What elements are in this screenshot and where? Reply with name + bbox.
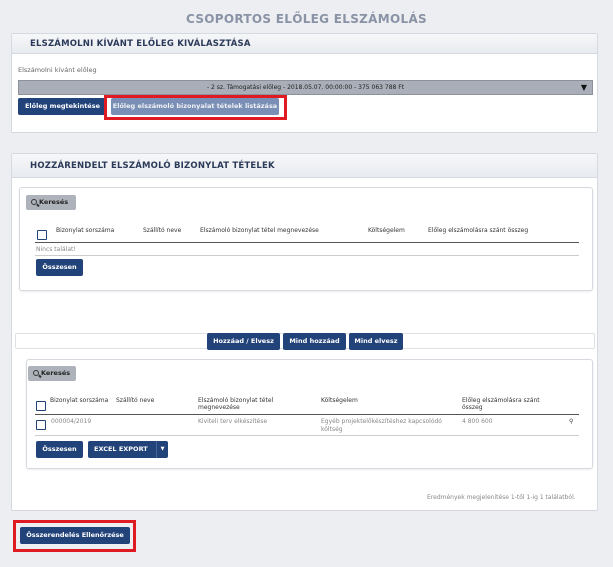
col-cost: Költségelem	[368, 227, 405, 234]
search-icon	[31, 199, 37, 205]
search-icon	[33, 370, 39, 376]
row-item-name: Kiviteli terv elkészítése	[198, 418, 268, 425]
dropdown-arrow-icon: ▼	[580, 83, 587, 92]
row-detail-icon[interactable]: ⚲	[569, 418, 573, 425]
highlight-list-button	[104, 95, 287, 120]
divider	[35, 242, 579, 243]
add-all-button[interactable]: Mind hozzáad	[283, 333, 346, 350]
search-label: Keresés	[39, 198, 69, 206]
excel-export-button[interactable]: EXCEL EXPORT ▼	[88, 441, 168, 458]
chevron-down-icon: ▼	[156, 441, 168, 458]
panel-header: ELSZÁMOLNI KÍVÁNT ELŐLEG KIVÁLASZTÁSA	[12, 34, 597, 54]
col-cost: Költségelem	[321, 397, 358, 404]
col-number: Bizonylat sorszáma	[56, 227, 115, 234]
add-remove-button[interactable]: Hozzáad / Elvesz	[207, 333, 280, 350]
row-checkbox[interactable]	[36, 420, 46, 430]
sum-button[interactable]: Összesen	[36, 441, 83, 458]
col-supplier: Szállító neve	[143, 227, 182, 234]
view-advance-button[interactable]: Előleg megtekintése	[18, 98, 107, 115]
advance-select[interactable]: - 2 sz. Támogatási előleg - 2018.05.07. …	[18, 80, 593, 95]
divider	[35, 255, 579, 256]
row-amount: 4 800 600	[462, 418, 493, 425]
export-label: EXCEL EXPORT	[94, 445, 148, 453]
row-cost: Egyéb projektelőkészítéshez kapcsolódó k…	[321, 418, 442, 433]
divider	[35, 414, 579, 415]
select-all-checkbox[interactable]	[36, 401, 46, 411]
col-supplier: Szállító neve	[116, 397, 155, 404]
highlight-check-button	[13, 520, 136, 552]
assigned-items-card	[19, 187, 593, 291]
col-number: Bizonylat sorszáma	[50, 397, 109, 404]
select-label: Elszámolni kívánt előleg	[18, 66, 97, 74]
result-info: Eredmények megjelenítése 1-től 1-ig 1 ta…	[427, 494, 576, 501]
sum-button[interactable]: Összesen	[36, 259, 83, 276]
col-item-name: Elszámoló bizonylat tétel megnevezése	[198, 397, 274, 411]
search-button[interactable]: Keresés	[26, 195, 76, 210]
search-label: Keresés	[41, 369, 71, 377]
empty-message: Nincs találat!	[36, 246, 76, 253]
search-button[interactable]: Keresés	[28, 366, 76, 381]
panel-header: HOZZÁRENDELT ELSZÁMOLÓ BIZONYLAT TÉTELEK	[12, 154, 597, 178]
select-value: - 2 sz. Támogatási előleg - 2018.05.07. …	[206, 84, 405, 91]
divider	[35, 435, 579, 436]
remove-all-button[interactable]: Mind elvesz	[349, 333, 403, 350]
col-item-name: Elszámoló bizonylat tétel megnevezése	[200, 227, 319, 234]
page-title: CSOPORTOS ELŐLEG ELSZÁMOLÁS	[186, 12, 427, 26]
col-amount: Előleg elszámolásra szánt összeg	[428, 227, 529, 234]
select-all-checkbox[interactable]	[37, 230, 47, 240]
row-number: 000004/2019	[51, 418, 92, 425]
col-amount: Előleg elszámolásra szánt összeg	[462, 397, 540, 411]
